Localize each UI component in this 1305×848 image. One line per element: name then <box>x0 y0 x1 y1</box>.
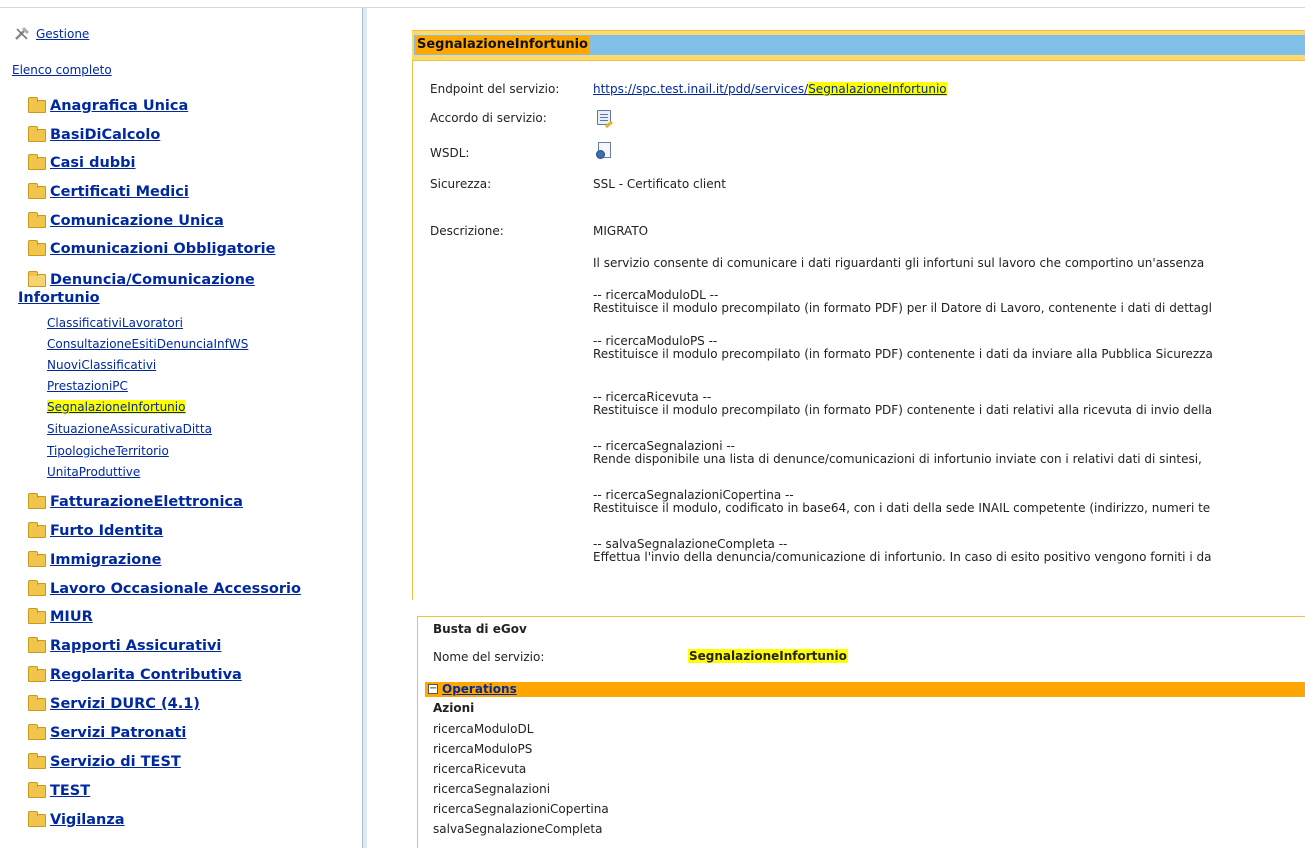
accordo-document-icon[interactable] <box>597 110 614 129</box>
busta-title: Busta di eGov <box>433 622 527 636</box>
folder-icon <box>28 782 46 798</box>
description-line: -- ricercaModuloDL -- <box>593 288 719 302</box>
description-line: Restituisce il modulo, codificato in bas… <box>593 501 1211 515</box>
sicurezza-value: SSL - Certificato client <box>593 177 726 191</box>
endpoint-label: Endpoint del servizio: <box>430 82 560 96</box>
operation-item: ricercaModuloDL <box>433 722 534 736</box>
subitem-consultazioneesitidenunciainfws[interactable]: ConsultazioneEsitiDenunciaInfWS <box>47 337 248 351</box>
folder-icon <box>28 126 46 142</box>
endpoint-link[interactable]: https://spc.test.inail.it/pdd/services/S… <box>593 82 947 96</box>
elenco-completo-link[interactable]: Elenco completo <box>12 63 112 77</box>
subitem-classificativilavoratori[interactable]: ClassificativiLavoratori <box>47 316 183 330</box>
endpoint-highlight: SegnalazioneInfortunio <box>808 82 947 96</box>
category-denuncia-comunicazione[interactable]: Denuncia/Comunicazione <box>50 272 255 288</box>
service-title-bar-inner: SegnalazioneInfortunio <box>414 35 1305 55</box>
category-basidicalcolo[interactable]: BasiDiCalcolo <box>50 127 160 143</box>
folder-open-icon <box>28 271 46 287</box>
description-line: Rende disponibile una lista di denunce/c… <box>593 452 1202 466</box>
category-immigrazione[interactable]: Immigrazione <box>50 552 161 568</box>
service-title: SegnalazioneInfortunio <box>416 36 589 54</box>
folder-icon <box>28 97 46 113</box>
category-comunicazione-unica[interactable]: Comunicazione Unica <box>50 213 224 229</box>
operation-item: ricercaModuloPS <box>433 742 533 756</box>
category-servizio-di-test[interactable]: Servizio di TEST <box>50 754 181 770</box>
subitem-segnalazioneinfortunio[interactable]: SegnalazioneInfortunio <box>47 400 186 414</box>
description-line: Restituisce il modulo precompilato (in f… <box>593 403 1213 417</box>
folder-icon <box>28 240 46 256</box>
operation-item: salvaSegnalazioneCompleta <box>433 822 603 836</box>
service-info-box <box>412 60 1305 600</box>
description-line: -- ricercaSegnalazioniCopertina -- <box>593 488 794 502</box>
category-vigilanza[interactable]: Vigilanza <box>50 812 125 828</box>
description-line: -- ricercaSegnalazioni -- <box>593 439 735 453</box>
folder-icon <box>28 580 46 596</box>
wsdl-document-icon[interactable] <box>596 142 611 159</box>
description-line: Il servizio consente di comunicare i dat… <box>593 256 1205 270</box>
category-fatturazioneelettronica[interactable]: FatturazioneElettronica <box>50 494 243 510</box>
description-line: Restituisce il modulo precompilato (in f… <box>593 301 1212 315</box>
nome-servizio-label: Nome del servizio: <box>433 650 545 664</box>
endpoint-prefix: https://spc.test.inail.it/pdd/services/ <box>593 82 809 96</box>
operations-header[interactable]: − Operations <box>425 682 1305 697</box>
category-denuncia-infortunio[interactable]: Infortunio <box>18 290 100 306</box>
description-line: MIGRATO <box>593 224 649 238</box>
folder-icon <box>28 695 46 711</box>
subitem-nuoviclassificativi[interactable]: NuoviClassificativi <box>47 358 156 372</box>
collapse-toggle-icon[interactable]: − <box>428 684 438 694</box>
category-miur[interactable]: MIUR <box>50 609 93 625</box>
sidebar-splitter[interactable] <box>363 8 367 848</box>
nome-servizio-value: SegnalazioneInfortunio <box>688 649 848 663</box>
subitem-prestazionipc[interactable]: PrestazioniPC <box>47 379 128 393</box>
description-line: -- salvaSegnalazioneCompleta -- <box>593 537 788 551</box>
category-rapporti-assicurativi[interactable]: Rapporti Assicurativi <box>50 638 221 654</box>
category-regolarita-contributiva[interactable]: Regolarita Contributiva <box>50 667 242 683</box>
category-servizi-patronati[interactable]: Servizi Patronati <box>50 725 186 741</box>
category-casi-dubbi[interactable]: Casi dubbi <box>50 155 136 171</box>
folder-icon <box>28 608 46 624</box>
operation-item: ricercaSegnalazioni <box>433 782 551 796</box>
subitem-unitaproduttive[interactable]: UnitaProduttive <box>47 465 140 479</box>
operation-item: ricercaSegnalazioniCopertina <box>433 802 609 816</box>
sicurezza-label: Sicurezza: <box>430 177 492 191</box>
folder-icon <box>28 811 46 827</box>
folder-icon <box>28 666 46 682</box>
azioni-header: Azioni <box>433 701 475 715</box>
folder-icon <box>28 493 46 509</box>
description-line: Effettua l'invio della denuncia/comunica… <box>593 550 1212 564</box>
description-line: -- ricercaModuloPS -- <box>593 334 718 348</box>
folder-icon <box>28 212 46 228</box>
tools-icon <box>14 26 30 42</box>
top-border <box>0 0 1305 8</box>
operation-item: ricercaRicevuta <box>433 762 527 776</box>
folder-icon <box>28 183 46 199</box>
wsdl-label: WSDL: <box>430 146 470 160</box>
accordo-label: Accordo di servizio: <box>430 111 547 125</box>
service-title-bar: SegnalazioneInfortunio <box>412 30 1305 60</box>
description-line: Restituisce il modulo precompilato (in f… <box>593 347 1213 361</box>
gestione-link-row[interactable]: Gestione <box>14 26 89 42</box>
subitem-situazioneassicurativaditta[interactable]: SituazioneAssicurativaDitta <box>47 422 212 436</box>
folder-icon <box>28 724 46 740</box>
folder-icon <box>28 551 46 567</box>
category-anagrafica-unica[interactable]: Anagrafica Unica <box>50 98 188 114</box>
folder-icon <box>28 637 46 653</box>
folder-icon <box>28 753 46 769</box>
description-line: -- ricercaRicevuta -- <box>593 390 712 404</box>
folder-icon <box>28 154 46 170</box>
category-test[interactable]: TEST <box>50 783 90 799</box>
category-certificati-medici[interactable]: Certificati Medici <box>50 184 189 200</box>
category-lavoro-occasionale-accessorio[interactable]: Lavoro Occasionale Accessorio <box>50 581 301 597</box>
category-servizi-durc[interactable]: Servizi DURC (4.1) <box>50 696 200 712</box>
folder-icon <box>28 522 46 538</box>
category-comunicazioni-obbligatorie[interactable]: Comunicazioni Obbligatorie <box>50 241 275 257</box>
operations-link[interactable]: Operations <box>442 682 517 697</box>
subitem-tipologicheterritorio[interactable]: TipologicheTerritorio <box>47 444 169 458</box>
descrizione-label: Descrizione: <box>430 224 504 238</box>
gestione-link[interactable]: Gestione <box>36 27 89 41</box>
endpoint-value: https://spc.test.inail.it/pdd/services/S… <box>593 82 947 96</box>
category-furto-identita[interactable]: Furto Identita <box>50 523 163 539</box>
